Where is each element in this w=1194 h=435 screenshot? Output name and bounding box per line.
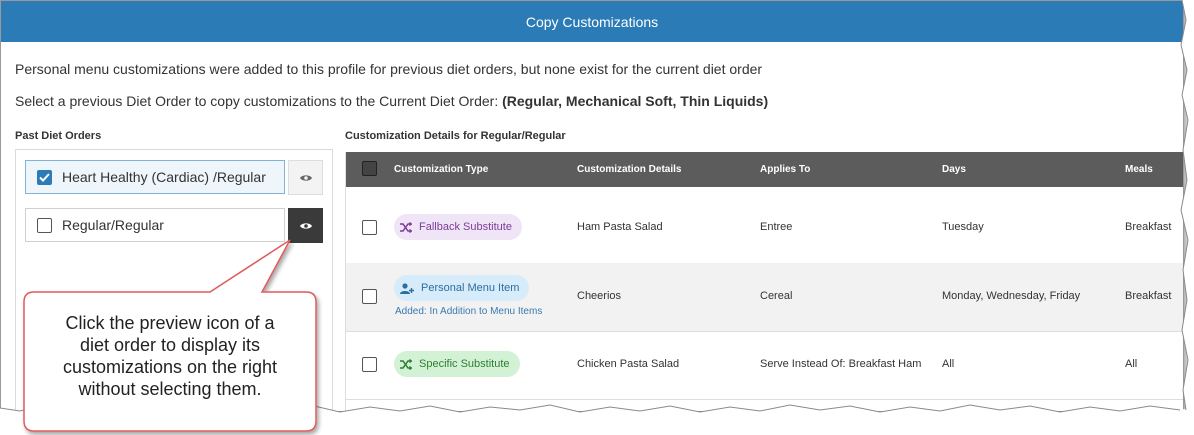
dialog-title-bar: Copy Customizations [1,1,1183,42]
customization-type: Fallback Substitute [419,221,512,233]
meals: Breakfast [1125,290,1172,302]
customization-type-badge: Specific Substitute [394,351,520,377]
select-prompt-text: Select a previous Diet Order to copy cus… [15,93,499,109]
table-row: Specific Substitute Chicken Pasta Salad … [346,331,1183,400]
past-orders-label: Past Diet Orders [15,130,102,142]
past-order-item-regular[interactable]: Regular/Regular [25,208,285,242]
days: Tuesday [942,221,984,233]
past-order-item-heart-healthy[interactable]: Heart Healthy (Cardiac) /Regular [25,160,285,194]
customization-details: Cheerios [577,290,622,302]
table-row: Fallback Substitute Ham Pasta Salad Entr… [346,187,1183,264]
callout-line: Click the preview icon of a [65,313,275,333]
eye-icon [299,222,312,229]
dialog-title: Copy Customizations [525,13,659,30]
select-all-checkbox[interactable] [362,161,377,176]
select-prompt: Select a previous Diet Order to copy cus… [15,93,768,109]
current-diet-order: (Regular, Mechanical Soft, Thin Liquids) [502,93,769,109]
customization-details: Chicken Pasta Salad [577,358,680,370]
callout-line: without selecting them. [78,379,262,399]
past-order-checkbox-regular[interactable] [37,217,52,233]
row-checkbox[interactable] [362,220,377,235]
past-order-label: Heart Healthy (Cardiac) /Regular [62,169,266,185]
shuffle-icon [400,221,412,233]
callout-line: customizations on the right [62,357,278,377]
meals: All [1125,358,1138,370]
customization-details: Ham Pasta Salad [577,221,663,233]
days: Monday, Wednesday, Friday [942,290,1081,302]
row-checkbox[interactable] [362,289,377,304]
preview-button-regular[interactable] [288,208,323,243]
callout-text: Click the preview icon of a diet order t… [32,312,308,400]
applies-to: Serve Instead Of: Breakfast Ham [760,358,922,370]
days: All [942,358,955,370]
customization-type: Personal Menu Item [421,282,520,294]
row-checkbox[interactable] [362,357,377,372]
meals: Breakfast [1125,221,1172,233]
callout-line: diet order to display its [79,335,261,355]
person-add-icon [400,282,414,294]
table-header: Customization Type Customization Details… [346,152,1183,187]
table-row: Personal Menu Item Added: In Addition to… [346,263,1183,332]
customization-note: Added: In Addition to Menu Items [395,306,543,317]
customization-type-badge: Personal Menu Item [394,275,530,301]
eye-icon [299,174,312,181]
customization-type-badge: Fallback Substitute [394,214,522,240]
customization-type: Specific Substitute [419,358,510,370]
info-text: Personal menu customizations were added … [15,61,763,77]
column-header: Customization Type [394,164,489,175]
column-header: Applies To [760,164,811,175]
applies-to: Entree [760,221,793,233]
past-order-label: Regular/Regular [62,217,164,233]
details-label: Customization Details for Regular/Regula… [345,130,566,142]
shuffle-icon [400,358,412,370]
check-icon [39,172,50,182]
preview-button-heart-healthy[interactable] [288,160,323,195]
customization-details-table: Customization Type Customization Details… [345,152,1183,411]
past-order-checkbox-heart-healthy[interactable] [37,169,52,185]
column-header: Customization Details [577,164,682,175]
column-header: Days [942,164,966,175]
applies-to: Cereal [760,290,793,302]
column-header: Meals [1125,164,1153,175]
